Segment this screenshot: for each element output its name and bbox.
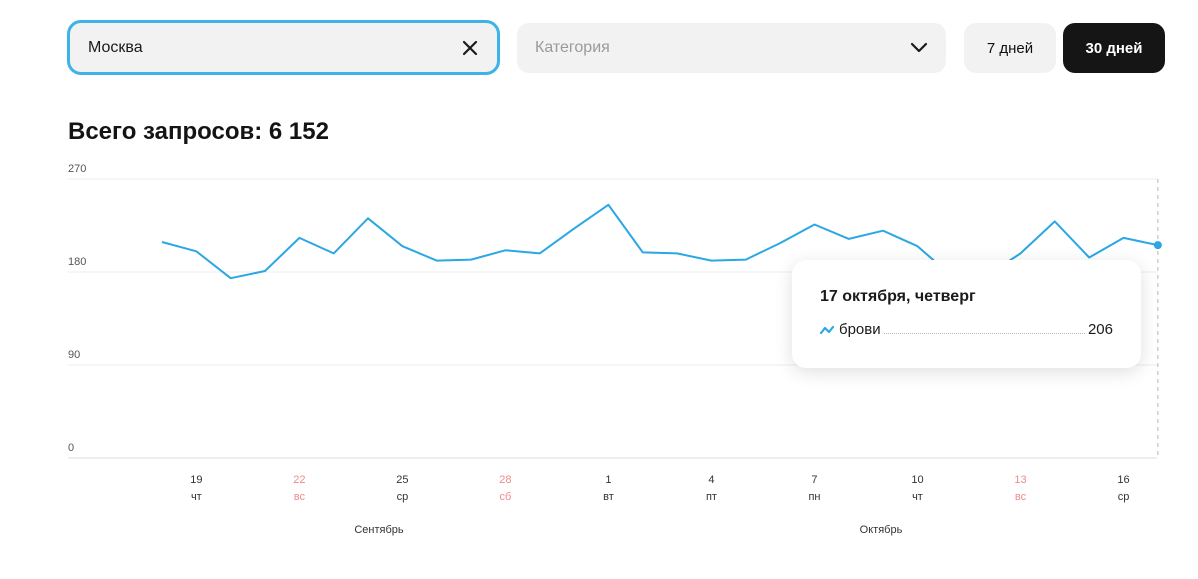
- month-label: Октябрь: [860, 524, 903, 536]
- x-tick-day: 28: [499, 474, 511, 486]
- x-tick-weekday: вс: [1015, 491, 1027, 503]
- x-tick-day: 7: [811, 474, 817, 486]
- x-tick-day: 1: [605, 474, 611, 486]
- y-tick-label: 180: [68, 256, 86, 268]
- tooltip-value: 206: [1087, 321, 1113, 338]
- month-label: Сентябрь: [354, 524, 404, 536]
- x-tick-weekday: ср: [397, 491, 409, 503]
- series-line-icon: [820, 325, 834, 335]
- highlighted-data-point: [1153, 241, 1162, 250]
- x-tick-day: 4: [708, 474, 714, 486]
- x-tick-day: 22: [293, 474, 305, 486]
- x-tick-weekday: ср: [1118, 491, 1130, 503]
- x-tick-weekday: пн: [808, 491, 820, 503]
- x-tick-weekday: вт: [603, 491, 614, 503]
- y-tick-label: 270: [68, 163, 86, 175]
- tooltip-date: 17 октября, четверг: [820, 288, 976, 305]
- x-tick-day: 13: [1014, 474, 1026, 486]
- tooltip-series-row: брови 206: [820, 321, 1113, 338]
- x-tick-weekday: вс: [294, 491, 306, 503]
- tooltip-dotted-leader: [883, 333, 1085, 334]
- x-tick-day: 10: [911, 474, 923, 486]
- y-tick-label: 90: [68, 349, 80, 361]
- y-tick-label: 0: [68, 442, 74, 454]
- x-tick-day: 19: [190, 474, 202, 486]
- x-tick-day: 16: [1117, 474, 1129, 486]
- x-tick-weekday: сб: [499, 491, 511, 503]
- chart-tooltip: 17 октября, четверг брови 206: [792, 260, 1141, 368]
- x-tick-weekday: чт: [191, 491, 202, 503]
- tooltip-series-label: брови: [839, 321, 881, 338]
- x-tick-weekday: чт: [912, 491, 923, 503]
- x-tick-weekday: пт: [706, 491, 717, 503]
- x-tick-day: 25: [396, 474, 408, 486]
